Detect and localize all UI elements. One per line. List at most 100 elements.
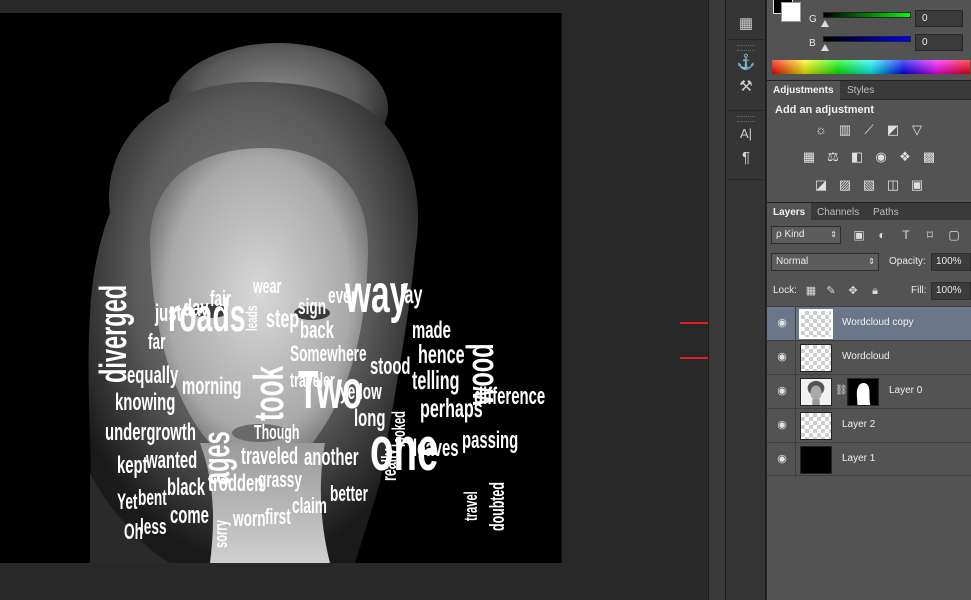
layer-name[interactable]: Layer 1 [842,453,875,464]
wordcloud-word: telling [412,365,460,395]
adjustment-filter-icon[interactable]: ◐ [875,228,889,242]
tab-adjustments[interactable]: Adjustments [767,81,840,100]
blue-value-field[interactable]: 0 [915,34,963,51]
brightness-icon[interactable]: ☼ [813,123,829,136]
visibility-eye-icon[interactable]: ◉ [776,419,788,431]
hue-saturation-icon[interactable]: ▦ [801,150,817,163]
blue-label: B [809,38,816,49]
invert-icon[interactable]: ◪ [813,178,829,191]
wordcloud-word: wanted [146,447,198,474]
lock-image-icon[interactable]: ✎ [825,284,837,298]
green-slider[interactable] [823,12,911,18]
type-filter-icon[interactable]: T [899,228,913,242]
layer-row[interactable]: ◉ Layer 2 [767,408,971,443]
paragraph-icon[interactable]: ¶ [728,146,764,170]
wordcloud-word: Yet [117,489,138,514]
visibility-eye-icon[interactable]: ◉ [776,385,788,397]
background-color-swatch[interactable] [781,2,801,22]
tool-group-clone: ⚓ ⚒ [728,41,764,111]
vibrance-icon[interactable]: ▽ [909,123,925,136]
color-balance-icon[interactable]: ⚖ [825,150,841,163]
character-icon[interactable]: A| [728,122,764,146]
wordcloud-word: roads [168,289,246,341]
layer-name[interactable]: Layer 0 [889,385,922,396]
lock-position-icon[interactable]: ✥ [847,284,859,298]
document-workspace[interactable]: diverged just day fair wear far roads leads step… [0,0,756,600]
pixel-filter-icon[interactable]: ▣ [852,228,866,242]
collapsed-panel-dock: ▦ ⚓ ⚒ A| ¶ [726,0,766,600]
adjustments-tabbar: Adjustments Styles [767,80,971,100]
layer-name[interactable]: Wordcloud copy [842,317,914,328]
wordcloud-word: back [300,317,334,344]
green-slider-thumb[interactable] [821,20,829,27]
adjustments-panel: Add an adjustment ☼ ▥ ⟋ ◩ ▽ ▦ ⚖ ◧ ◉ ❖ ▩ … [767,101,971,201]
wordcloud-word: bent [138,485,167,510]
wordcloud-word: worn [233,506,266,531]
layer-name[interactable]: Layer 2 [842,419,875,430]
wordcloud-word: wear [253,276,282,298]
wordcloud-word: far [148,329,166,354]
chain-link-icon[interactable]: ⛓ [835,385,848,396]
layer-kind-filter[interactable]: ρ Kind ⇕ [771,226,841,244]
clone-source-icon[interactable]: ⚓ [728,51,764,75]
divider [795,341,796,375]
posterize-icon[interactable]: ▨ [837,178,853,191]
layer-row[interactable]: ◉ Layer 1 [767,442,971,477]
threshold-icon[interactable]: ▧ [861,178,877,191]
wordcloud-word: another [304,444,359,471]
wordcloud-word: knowing [115,389,176,416]
brush-settings-icon[interactable]: ▦ [728,12,764,36]
wordcloud-word: first [265,504,291,529]
blue-slider[interactable] [823,36,911,42]
panel-gutter [708,0,726,600]
layer-row[interactable]: ◉ Wordcloud copy [767,306,971,341]
lock-transparent-icon[interactable]: ▦ [805,284,817,298]
visibility-eye-icon[interactable]: ◉ [776,453,788,465]
gradient-map-icon[interactable]: ◫ [885,178,901,191]
green-label: G [809,14,817,25]
wordcloud-word: way [345,264,409,324]
wordcloud-word: claim [292,493,327,518]
channel-mixer-icon[interactable]: ❖ [897,150,913,163]
shape-filter-icon[interactable]: ⌑ [923,228,937,242]
lock-all-icon[interactable]: 🔒︎ [869,284,881,298]
selective-color-icon[interactable]: ▣ [909,178,925,191]
tool-group-brush: ▦ [728,0,764,40]
layer-mask-thumbnail[interactable] [847,378,879,406]
green-value-field[interactable]: 0 [915,10,963,27]
divider [795,409,796,443]
fill-label: Fill: [911,285,927,296]
color-spectrum-ramp[interactable] [772,60,970,74]
adjustments-title: Add an adjustment [775,104,875,116]
photo-filter-icon[interactable]: ◉ [873,150,889,163]
wordcloud-word: come [170,502,209,529]
divider [795,443,796,477]
wordcloud-word: less [140,514,167,539]
wordcloud-word: passing [462,427,519,454]
blend-mode-select[interactable]: Normal ⇕ [771,253,879,271]
wordcloud-word: stood [370,353,411,380]
color-lookup-icon[interactable]: ▩ [921,150,937,163]
curves-icon[interactable]: ⟋ [861,123,877,136]
tab-styles[interactable]: Styles [841,81,880,100]
opacity-field[interactable]: 100% [931,253,971,271]
layer-row[interactable]: ◉ ⛓ Layer 0 [767,374,971,409]
exposure-icon[interactable]: ◩ [885,123,901,136]
blue-slider-thumb[interactable] [821,44,829,51]
levels-icon[interactable]: ▥ [837,123,853,136]
black-white-icon[interactable]: ◧ [849,150,865,163]
tool-presets-icon[interactable]: ⚒ [728,75,764,99]
photoshop-window: diverged just day fair wear far roads leads step… [0,0,971,600]
layer-name[interactable]: Wordcloud [842,351,890,362]
opacity-label: Opacity: [889,256,926,267]
wordcloud-word: equally [127,362,179,389]
layer-row[interactable]: ◉ Wordcloud [767,340,971,375]
wordcloud-word: black [167,474,206,501]
wordcloud-word: sign [298,294,327,319]
document-canvas[interactable]: diverged just day fair wear far roads leads step… [0,13,562,563]
smart-object-filter-icon[interactable]: ▢ [947,228,961,242]
visibility-eye-icon[interactable]: ◉ [776,317,788,329]
wordcloud-word: trodden [208,470,264,497]
visibility-eye-icon[interactable]: ◉ [776,351,788,363]
fill-field[interactable]: 100% [931,282,971,300]
